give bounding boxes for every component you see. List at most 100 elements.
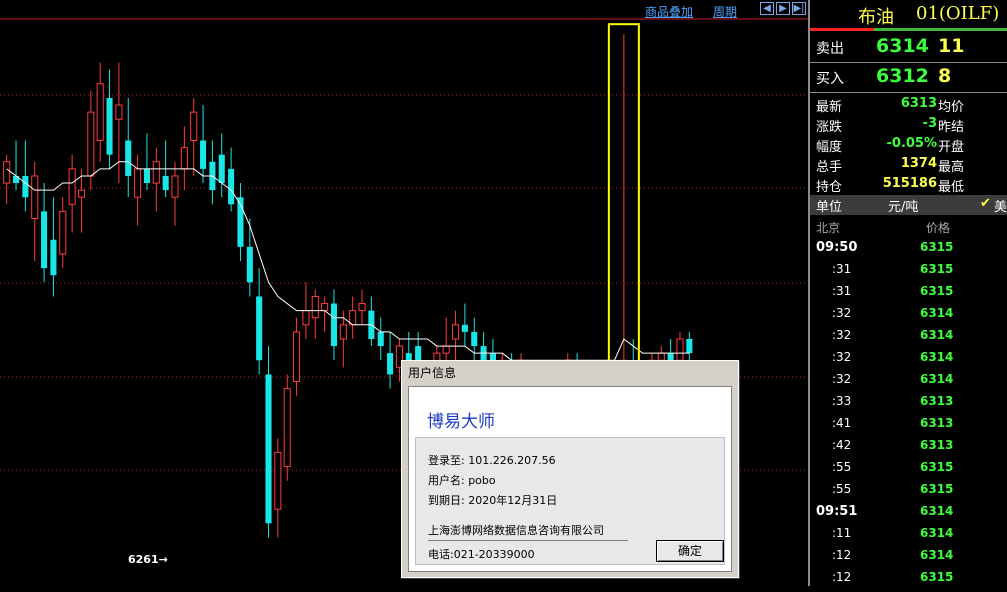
quote-panel: 布油 01(OILF) 卖出 6314 11 买入 6312 8 最新 6313 均…	[808, 0, 1007, 586]
tick-price: 6314	[920, 548, 954, 562]
stat-row: 幅度 -0.05% 开盘	[810, 136, 1007, 156]
ticks-header-price: 价格	[926, 221, 951, 235]
stat-value: 1374	[900, 156, 937, 171]
tick-time: :41	[832, 416, 852, 430]
candle-body	[676, 338, 684, 361]
candle-body	[358, 303, 366, 312]
candle-body	[339, 324, 347, 340]
candle-body	[134, 168, 142, 198]
overlay-link[interactable]: 商品叠加	[645, 3, 693, 20]
stat-label: 涨跌	[816, 120, 843, 135]
dialog-body: 博易大师 登录至: 101.226.207.56 用户名: pobo 到期日: …	[408, 386, 732, 572]
divider-red	[810, 28, 874, 31]
tick-price: 6315	[920, 284, 954, 298]
candle-body	[3, 161, 11, 184]
tick-time: :32	[832, 372, 852, 386]
tick-time: :55	[832, 460, 852, 474]
buy-price: 6312	[876, 65, 929, 87]
low-marker-label: 6261→	[128, 553, 168, 566]
tick-time: 09:51	[816, 504, 858, 519]
stat-value: 6313	[900, 96, 937, 111]
tick-time: :32	[832, 350, 852, 364]
candle-body	[41, 211, 48, 269]
candle-body	[87, 111, 95, 177]
info-panel: 登录至: 101.226.207.56 用户名: pobo 到期日: 2020年…	[415, 437, 725, 565]
candle-body	[171, 175, 179, 198]
candle-body	[31, 175, 39, 219]
instrument-name: 布油	[858, 7, 894, 28]
candle-body	[180, 147, 188, 170]
candle-body	[200, 140, 207, 169]
stat-row: 总手 1374 最高	[810, 156, 1007, 176]
left-arrow-icon[interactable]: ◀	[760, 2, 774, 15]
tick-price: 6315	[920, 570, 954, 584]
candle-body	[218, 154, 225, 184]
tick-time: :12	[832, 570, 852, 584]
candle-body	[190, 111, 198, 142]
candle-body	[321, 303, 329, 312]
stat-label-right: 最高	[938, 160, 965, 175]
candle-body	[293, 331, 301, 383]
period-link[interactable]: 周期	[713, 3, 737, 20]
ok-button[interactable]: 确定	[656, 540, 724, 562]
login-info: 登录至: 101.226.207.56	[428, 454, 556, 467]
tick-time: :32	[832, 328, 852, 342]
company-name: 上海澎博网络数据信息咨询有限公司	[428, 524, 604, 537]
tick-price: 6314	[920, 350, 954, 364]
candle-body	[330, 303, 338, 347]
candle-body	[125, 140, 132, 176]
tick-time: :11	[832, 526, 852, 540]
stat-label-right: 最低	[938, 180, 965, 195]
candle-body	[50, 239, 57, 276]
tick-row: :32 6314	[810, 306, 1007, 328]
sell-volume: 11	[938, 35, 965, 57]
tick-time: :55	[832, 482, 852, 496]
stat-label-right: 均价	[938, 100, 965, 115]
currency-label: 美	[994, 200, 1007, 215]
username-info: 用户名: pobo	[428, 474, 496, 487]
candle-body	[686, 338, 693, 354]
candle-body	[22, 175, 29, 198]
instrument-code: 01(OILF)	[916, 3, 1000, 24]
candle-body	[143, 168, 150, 184]
candle-body	[311, 295, 319, 319]
stat-value: -3	[922, 116, 937, 131]
phone-info: 电话:021-20339000	[428, 548, 535, 561]
tick-time: 09:50	[816, 240, 858, 255]
stat-row: 涨跌 -3 昨结	[810, 116, 1007, 136]
tick-row: :31 6315	[810, 284, 1007, 306]
candle-body	[106, 97, 113, 155]
tick-row: :55 6315	[810, 482, 1007, 504]
tick-row: :33 6313	[810, 394, 1007, 416]
candle-body	[152, 161, 160, 184]
stat-value: 515186	[882, 176, 937, 191]
sell-price: 6314	[876, 35, 929, 57]
tick-price: 6314	[920, 526, 954, 540]
tick-row: :32 6314	[810, 372, 1007, 394]
tick-price: 6315	[920, 460, 954, 474]
tick-price: 6315	[920, 482, 954, 496]
candle-body	[302, 310, 310, 326]
unit-value: 元/吨	[888, 200, 919, 215]
tick-price: 6313	[920, 438, 954, 452]
candle-body	[265, 374, 272, 524]
candle-body	[442, 345, 450, 354]
end-arrow-icon[interactable]: ▶|	[792, 2, 806, 15]
right-arrow-icon[interactable]: ▶	[776, 2, 790, 15]
quote-header: 布油 01(OILF)	[810, 0, 1007, 30]
tick-price: 6315	[920, 262, 954, 276]
candle-body	[415, 346, 422, 361]
tick-price: 6314	[920, 504, 954, 518]
tick-price: 6313	[920, 394, 954, 408]
tick-row: :12 6315	[810, 570, 1007, 592]
tick-row: :12 6314	[810, 548, 1007, 570]
candle-body	[387, 353, 394, 375]
tick-row: :32 6314	[810, 328, 1007, 350]
stat-label: 幅度	[816, 140, 843, 155]
stat-label-right: 开盘	[938, 140, 965, 155]
user-info-dialog[interactable]: 用户信息 博易大师 登录至: 101.226.207.56 用户名: pobo …	[401, 360, 739, 578]
tick-price: 6314	[920, 306, 954, 320]
candle-body	[68, 168, 76, 205]
stat-label: 总手	[816, 160, 843, 175]
stat-label-right: 昨结	[938, 120, 965, 135]
